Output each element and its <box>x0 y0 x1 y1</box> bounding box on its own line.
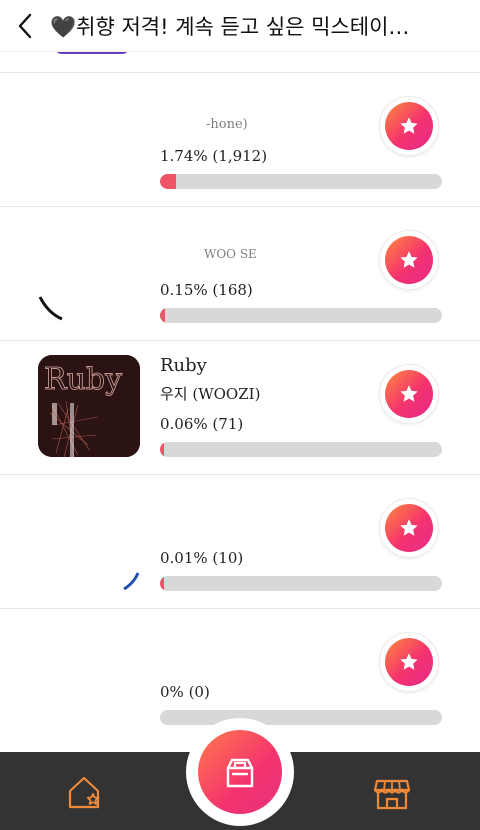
star-icon <box>400 385 418 402</box>
vote-percent: 0% (0) <box>160 683 210 701</box>
home-tab[interactable] <box>66 773 106 813</box>
song-title: Ruby <box>160 355 207 376</box>
album-art <box>38 489 140 591</box>
store-tab[interactable] <box>372 773 412 813</box>
vote-progress-bar <box>160 576 442 591</box>
star-icon <box>400 653 418 670</box>
vote-percent: 1.74% (1,912) <box>160 147 268 165</box>
vote-progress-bar <box>160 174 442 189</box>
album-art <box>38 87 140 189</box>
album-art: Ruby <box>38 355 140 457</box>
header-bar: 🖤취향 저격! 계속 듣고 싶은 믹스테이… <box>0 0 480 52</box>
ranking-row: 0.01% (10) <box>0 474 480 608</box>
vote-button[interactable] <box>380 231 438 289</box>
album-art <box>38 623 140 725</box>
chevron-left-icon <box>18 13 32 38</box>
artist-name: -hone) <box>206 117 248 132</box>
vote-progress-bar <box>160 710 442 725</box>
star-icon <box>400 519 418 536</box>
vote-progress-bar <box>160 442 442 457</box>
vote-progress-fill <box>160 174 176 189</box>
vote-percent: 0.01% (10) <box>160 549 244 567</box>
star-icon <box>400 251 418 268</box>
vote-progress-fill <box>160 308 165 323</box>
vote-button[interactable] <box>380 97 438 155</box>
home-star-icon <box>68 776 100 809</box>
star-icon <box>400 117 418 134</box>
vote-percent: 0.15% (168) <box>160 281 253 299</box>
page-title: 🖤취향 저격! 계속 듣고 싶은 믹스테이… <box>50 14 410 39</box>
vote-button[interactable] <box>380 365 438 423</box>
album-art <box>38 221 140 323</box>
vote-progress-fill <box>160 442 165 457</box>
vote-progress-fill <box>160 576 165 591</box>
ranking-row: -hone) 1.74% (1,912) <box>0 72 480 206</box>
vote-progress-bar <box>160 308 442 323</box>
vote-ballot-button[interactable] <box>198 730 282 814</box>
ballot-box-icon <box>226 758 254 788</box>
vote-percent: 0.06% (71) <box>160 415 244 433</box>
ranking-list: -hone) 1.74% (1,912) WOO SE 0.15% (168) <box>0 72 480 742</box>
svg-text:Ruby: Ruby <box>44 362 122 397</box>
vote-button[interactable] <box>380 633 438 691</box>
artist-name: 우지 (WOOZI) <box>160 385 261 403</box>
ranking-row: WOO SE 0.15% (168) <box>0 206 480 340</box>
back-button[interactable] <box>0 0 50 52</box>
ranking-row: Ruby Ruby 우지 (WOOZI) 0.06% (71) <box>0 340 480 474</box>
vote-button[interactable] <box>380 499 438 557</box>
store-icon <box>373 779 411 810</box>
artist-name: WOO SE <box>204 247 257 261</box>
